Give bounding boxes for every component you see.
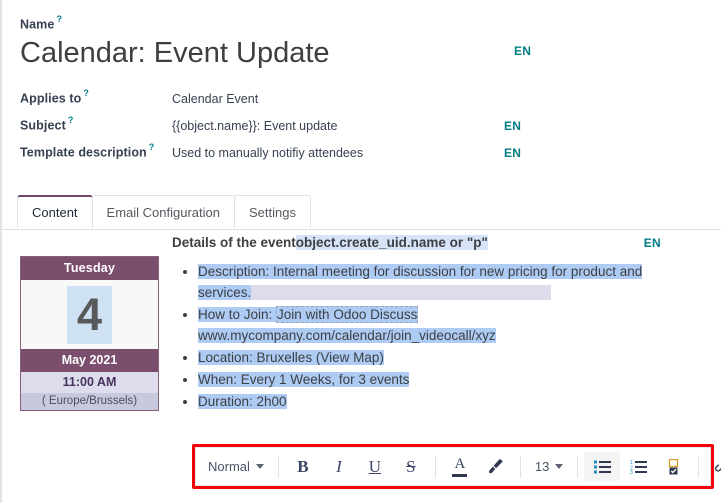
language-badge-subject[interactable]: EN bbox=[504, 119, 521, 133]
event-details-list: Description: Internal meeting for discus… bbox=[172, 261, 713, 412]
name-field-label-wrap: Name? bbox=[20, 14, 721, 33]
tab-content[interactable]: Content bbox=[17, 195, 93, 229]
selection-tail bbox=[251, 285, 552, 301]
email-body-editor[interactable]: EN Details of the eventobject.create_uid… bbox=[172, 228, 713, 413]
calendar-weekday: Tuesday bbox=[21, 257, 158, 281]
page-title[interactable]: Calendar: Event Update bbox=[20, 34, 330, 72]
tab-settings[interactable]: Settings bbox=[234, 195, 311, 229]
help-icon[interactable]: ? bbox=[56, 14, 62, 24]
language-badge-name[interactable]: EN bbox=[514, 44, 531, 58]
content-heading-text: Details of the event bbox=[172, 235, 296, 251]
detail-when-prefix: When: bbox=[198, 372, 241, 388]
calendar-time: 11:00 AM bbox=[21, 372, 158, 394]
applies-to-label: Applies to bbox=[20, 91, 82, 106]
detail-description-prefix: Description: bbox=[198, 264, 274, 280]
field-row-template-description: Template description? Used to manually n… bbox=[20, 142, 721, 169]
chain-broken-icon bbox=[714, 464, 721, 472]
applies-to-value[interactable]: Calendar Event bbox=[172, 92, 504, 106]
content-heading-placeholder[interactable]: object.create_uid.name or "p" bbox=[295, 235, 488, 251]
subject-label-wrap: Subject? bbox=[20, 115, 172, 134]
template-description-label: Template description bbox=[20, 145, 147, 160]
help-icon[interactable]: ? bbox=[68, 115, 74, 125]
content-heading: Details of the eventobject.create_uid.na… bbox=[172, 228, 713, 253]
list-item: Description: Internal meeting for discus… bbox=[198, 261, 713, 303]
calendar-month-year: May 2021 bbox=[21, 349, 158, 373]
help-icon[interactable]: ? bbox=[149, 142, 155, 152]
form-fields-grid: Applies to? Calendar Event Subject? {{ob… bbox=[20, 88, 721, 169]
template-description-label-wrap: Template description? bbox=[20, 142, 172, 161]
tab-email-configuration[interactable]: Email Configuration bbox=[91, 195, 235, 229]
field-row-subject: Subject? {{object.name}}: Event update E… bbox=[20, 115, 721, 142]
name-field-label: Name bbox=[20, 17, 55, 32]
field-row-applies-to: Applies to? Calendar Event bbox=[20, 88, 721, 115]
detail-duration-body: 2h00 bbox=[256, 394, 287, 410]
title-row: Calendar: Event Update bbox=[20, 34, 721, 72]
detail-location-prefix: Location: bbox=[198, 350, 257, 366]
detail-howtojoin-prefix: How to Join: bbox=[198, 307, 277, 323]
detail-howtojoin-link[interactable]: www.mycompany.com/calendar/join_videocal… bbox=[198, 328, 496, 344]
list-item: How to Join: Join with Odoo Discuss www.… bbox=[198, 304, 713, 346]
language-badge-body[interactable]: EN bbox=[644, 236, 661, 250]
template-description-value[interactable]: Used to manually notifiy attendees bbox=[172, 146, 504, 160]
tab-list: Content Email Configuration Settings bbox=[2, 195, 721, 229]
join-discuss-button[interactable]: Join with Odoo Discuss bbox=[276, 306, 419, 324]
list-item: Location: Bruxelles (View Map) bbox=[198, 347, 713, 368]
subject-value[interactable]: {{object.name}}: Event update bbox=[172, 119, 504, 133]
list-item: When: Every 1 Weeks, for 3 events bbox=[198, 369, 713, 390]
calendar-card: Tuesday 4 May 2021 11:00 AM ( Europe/Bru… bbox=[20, 256, 159, 412]
detail-when-body: Every 1 Weeks, for 3 events bbox=[240, 372, 410, 388]
calendar-day-box: 4 bbox=[21, 280, 158, 350]
email-template-form-view: Name? Calendar: Event Update EN Applies … bbox=[0, 0, 721, 503]
toolbar-highlight-annotation bbox=[192, 444, 714, 489]
calendar-day-number: 4 bbox=[66, 286, 113, 345]
list-item: Duration: 2h00 bbox=[198, 391, 713, 412]
help-icon[interactable]: ? bbox=[83, 88, 89, 98]
tabs-divider bbox=[2, 229, 721, 231]
detail-location-body[interactable]: Bruxelles (View Map) bbox=[256, 350, 384, 366]
detail-duration-prefix: Duration: bbox=[198, 394, 257, 410]
applies-to-label-wrap: Applies to? bbox=[20, 88, 172, 107]
form-header: Name? Calendar: Event Update EN Applies … bbox=[2, 0, 721, 169]
language-badge-template-description[interactable]: EN bbox=[504, 146, 521, 160]
calendar-timezone: ( Europe/Brussels) bbox=[21, 393, 158, 411]
subject-label: Subject bbox=[20, 118, 66, 133]
